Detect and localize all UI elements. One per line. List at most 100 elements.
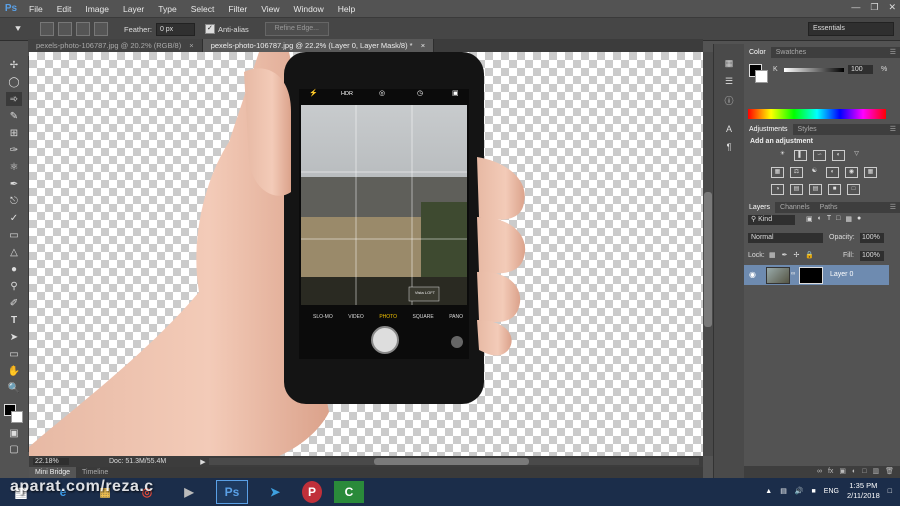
black-white-icon[interactable]: ◐ — [826, 167, 839, 178]
workspace-select[interactable]: Essentials — [808, 22, 894, 36]
posterize-icon[interactable]: ▤ — [790, 184, 803, 195]
layer-style-icon[interactable]: fx — [828, 466, 833, 478]
clone-stamp-tool-icon[interactable]: ⎋ — [6, 194, 22, 208]
menu-view[interactable]: View — [254, 4, 286, 14]
vertical-scrollbar[interactable] — [703, 52, 713, 456]
menu-edit[interactable]: Edit — [50, 4, 79, 14]
filter-pixel-icon[interactable]: ▣ — [806, 215, 813, 223]
blur-tool-icon[interactable]: ● — [6, 262, 22, 276]
history-icon[interactable]: ▦ — [723, 58, 735, 70]
brush-tool-icon[interactable]: ✒ — [6, 177, 22, 191]
tab-swatches[interactable]: Swatches — [771, 47, 811, 58]
volume-icon[interactable]: 🔊 — [795, 487, 804, 495]
color-panel-background[interactable] — [755, 70, 768, 83]
levels-icon[interactable]: ▌ — [794, 150, 807, 161]
delete-layer-icon[interactable]: 🗑 — [885, 466, 894, 478]
tab-color[interactable]: Color — [744, 47, 771, 58]
crop-tool-icon[interactable]: ⊞ — [6, 126, 22, 140]
new-selection-icon[interactable] — [40, 22, 54, 36]
fill-input[interactable]: 100% — [860, 251, 884, 261]
filter-shape-icon[interactable]: □ — [836, 215, 840, 223]
tray-arrow-icon[interactable]: ▲ — [765, 488, 772, 495]
tab-adjustments[interactable]: Adjustments — [744, 124, 793, 135]
eyedropper-tool-icon[interactable]: ✑ — [6, 143, 22, 157]
info-icon[interactable]: ⓘ — [723, 94, 735, 106]
menu-window[interactable]: Window — [286, 4, 330, 14]
link-layers-icon[interactable]: ∞ — [817, 466, 822, 478]
gradient-map-icon[interactable]: □ — [847, 184, 860, 195]
brightness-icon[interactable]: ☀ — [777, 150, 788, 159]
rectangle-tool-icon[interactable]: ▭ — [6, 347, 22, 361]
minimize-icon[interactable]: — — [851, 2, 860, 13]
character-icon[interactable]: A — [723, 124, 735, 136]
new-adjustment-icon[interactable]: ◐ — [852, 466, 856, 478]
quick-selection-tool-icon[interactable]: ✎ — [6, 109, 22, 123]
document-canvas[interactable]: HDR ⚡ ◎ ◷ ▣ Vista LOFT SLO-MO VIDEO PHOT… — [29, 52, 703, 456]
close-icon[interactable]: ✕ — [888, 2, 896, 13]
media-player-icon[interactable]: ▶ — [174, 481, 204, 503]
feather-input[interactable]: 0 px — [155, 22, 195, 36]
healing-brush-tool-icon[interactable]: ⚛ — [6, 160, 22, 174]
move-tool-icon[interactable]: ✢ — [6, 58, 22, 72]
antialias-checkbox[interactable]: ✓ — [204, 24, 215, 34]
add-selection-icon[interactable] — [58, 22, 72, 36]
layer-name[interactable]: Layer 0 — [830, 271, 853, 278]
tab-document-2[interactable]: pexels-photo-106787.jpg @ 22.2% (Layer 0… — [202, 39, 435, 52]
blend-mode-select[interactable]: Normal — [748, 233, 823, 243]
notifications-icon[interactable]: □ — [888, 488, 892, 495]
k-value-input[interactable]: 100 — [848, 65, 873, 74]
new-layer-icon[interactable]: ▥ — [872, 466, 879, 478]
color-balance-icon[interactable]: ☯ — [809, 167, 820, 176]
subtract-selection-icon[interactable] — [76, 22, 90, 36]
path-selection-tool-icon[interactable]: ➤ — [6, 330, 22, 344]
new-group-icon[interactable]: □ — [862, 466, 866, 478]
menu-select[interactable]: Select — [184, 4, 222, 14]
paragraph-icon[interactable]: ¶ — [723, 142, 735, 154]
screen-mode-icon[interactable]: ▢ — [6, 442, 22, 456]
visibility-eye-icon[interactable]: ◉ — [749, 270, 756, 279]
refine-edge-button[interactable]: Refine Edge... — [264, 22, 329, 36]
tab-document-1[interactable]: pexels-photo-106787.jpg @ 20.2% (RGB/8) … — [28, 39, 203, 52]
tab-channels[interactable]: Channels — [775, 202, 815, 213]
network-icon[interactable]: ▤ — [780, 487, 787, 495]
vertical-scroll-thumb[interactable] — [704, 192, 712, 327]
tab-styles[interactable]: Styles — [793, 124, 822, 135]
exposure-icon[interactable]: ◐ — [832, 150, 845, 161]
lock-position-icon[interactable]: ✢ — [794, 251, 800, 259]
horizontal-scroll-thumb[interactable] — [374, 458, 529, 465]
hue-saturation-icon[interactable]: ⚖ — [790, 167, 803, 178]
type-tool-icon[interactable]: T — [6, 313, 22, 327]
layer-row-layer0[interactable]: ◉ ∞ Layer 0 — [744, 265, 889, 285]
panel-menu-icon[interactable]: ☰ — [890, 124, 896, 135]
photoshop-taskbar-icon[interactable]: Ps — [216, 480, 248, 504]
lock-all-icon[interactable]: 🔒 — [805, 251, 814, 259]
menu-help[interactable]: Help — [331, 4, 362, 14]
background-color-swatch[interactable] — [11, 411, 23, 423]
menu-type[interactable]: Type — [151, 4, 183, 14]
curves-icon[interactable]: ∽ — [813, 150, 826, 161]
photo-filter-icon[interactable]: ◉ — [845, 167, 858, 178]
clock[interactable]: 1:35 PM 2/11/2018 — [847, 481, 880, 501]
restore-icon[interactable]: ❐ — [870, 2, 878, 13]
intersect-selection-icon[interactable] — [94, 22, 108, 36]
selective-color-icon[interactable]: ■ — [828, 184, 841, 195]
opacity-input[interactable]: 100% — [860, 233, 884, 243]
quick-mask-icon[interactable]: ▣ — [6, 426, 22, 440]
panel-menu-icon[interactable]: ☰ — [890, 202, 896, 213]
language-indicator[interactable]: ENG — [824, 488, 839, 495]
tab-close-icon[interactable]: × — [189, 41, 193, 50]
tab-mini-bridge[interactable]: Mini Bridge — [29, 467, 77, 478]
p-app-icon[interactable]: P — [302, 481, 322, 503]
invert-icon[interactable]: ◑ — [771, 184, 784, 195]
k-slider[interactable] — [784, 68, 844, 72]
history-brush-tool-icon[interactable]: ✓ — [6, 211, 22, 225]
tab-layers[interactable]: Layers — [744, 202, 776, 213]
dodge-tool-icon[interactable]: ⚲ — [6, 279, 22, 293]
menu-image[interactable]: Image — [78, 4, 116, 14]
channel-mixer-icon[interactable]: ▦ — [864, 167, 877, 178]
horizontal-scrollbar[interactable] — [209, 458, 699, 465]
hand-tool-icon[interactable]: ✋ — [6, 364, 22, 378]
lasso-tool-icon[interactable]: ➾ — [6, 92, 22, 106]
tab-timeline[interactable]: Timeline — [76, 467, 114, 478]
panel-menu-icon[interactable]: ☰ — [890, 47, 896, 58]
